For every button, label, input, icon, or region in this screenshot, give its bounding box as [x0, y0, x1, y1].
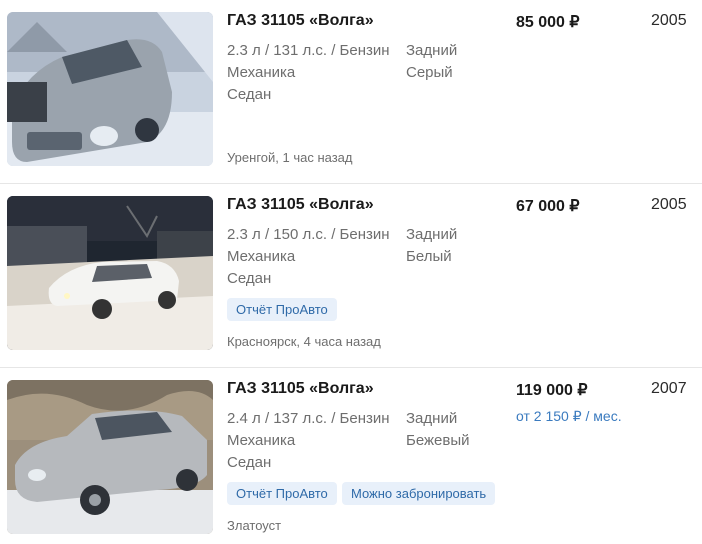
car-photo-image — [7, 380, 213, 534]
can-book-badge[interactable]: Можно забронировать — [342, 482, 496, 505]
price: 67 000 ₽ — [516, 198, 580, 215]
listing-card[interactable]: ГАЗ 31105 «Волга» 2.3 л / 131 л.с. / Бен… — [0, 0, 702, 184]
location-time: Златоуст — [227, 518, 282, 533]
price: 119 000 ₽ — [516, 382, 588, 399]
listing-card[interactable]: ГАЗ 31105 «Волга» 2.3 л / 150 л.с. / Бен… — [0, 184, 702, 368]
transmission-spec: Механика — [227, 248, 296, 265]
color-spec: Белый — [406, 248, 452, 265]
car-photo[interactable] — [7, 12, 213, 166]
price: 85 000 ₽ — [516, 14, 580, 31]
proauto-report-badge[interactable]: Отчёт ПроАвто — [227, 482, 337, 505]
year: 2005 — [651, 196, 687, 213]
drive-spec: Задний — [406, 226, 458, 243]
listing-title[interactable]: ГАЗ 31105 «Волга» — [227, 12, 374, 30]
engine-spec: 2.3 л / 150 л.с. / Бензин — [227, 226, 390, 243]
car-photo-image — [7, 196, 213, 350]
listing-title[interactable]: ГАЗ 31105 «Волга» — [227, 196, 374, 214]
listing-card[interactable]: ГАЗ 31105 «Волга» 2.4 л / 137 л.с. / Бен… — [0, 368, 702, 544]
car-photo-image — [7, 12, 213, 166]
drive-spec: Задний — [406, 410, 458, 427]
transmission-spec: Механика — [227, 64, 296, 81]
transmission-spec: Механика — [227, 432, 296, 449]
car-photo[interactable] — [7, 380, 213, 534]
location-time: Уренгой, 1 час назад — [227, 150, 353, 165]
year: 2005 — [651, 12, 687, 29]
engine-spec: 2.3 л / 131 л.с. / Бензин — [227, 42, 390, 59]
color-spec: Серый — [406, 64, 453, 81]
car-photo[interactable] — [7, 196, 213, 350]
engine-spec: 2.4 л / 137 л.с. / Бензин — [227, 410, 390, 427]
year: 2007 — [651, 380, 687, 397]
drive-spec: Задний — [406, 42, 458, 59]
proauto-report-badge[interactable]: Отчёт ПроАвто — [227, 298, 337, 321]
color-spec: Бежевый — [406, 432, 470, 449]
body-spec: Седан — [227, 86, 272, 103]
location-time: Красноярск, 4 часа назад — [227, 334, 381, 349]
body-spec: Седан — [227, 270, 272, 287]
listing-title[interactable]: ГАЗ 31105 «Волга» — [227, 380, 374, 398]
credit-offer-link[interactable]: от 2 150 ₽ / мес. — [516, 408, 622, 425]
body-spec: Седан — [227, 454, 272, 471]
